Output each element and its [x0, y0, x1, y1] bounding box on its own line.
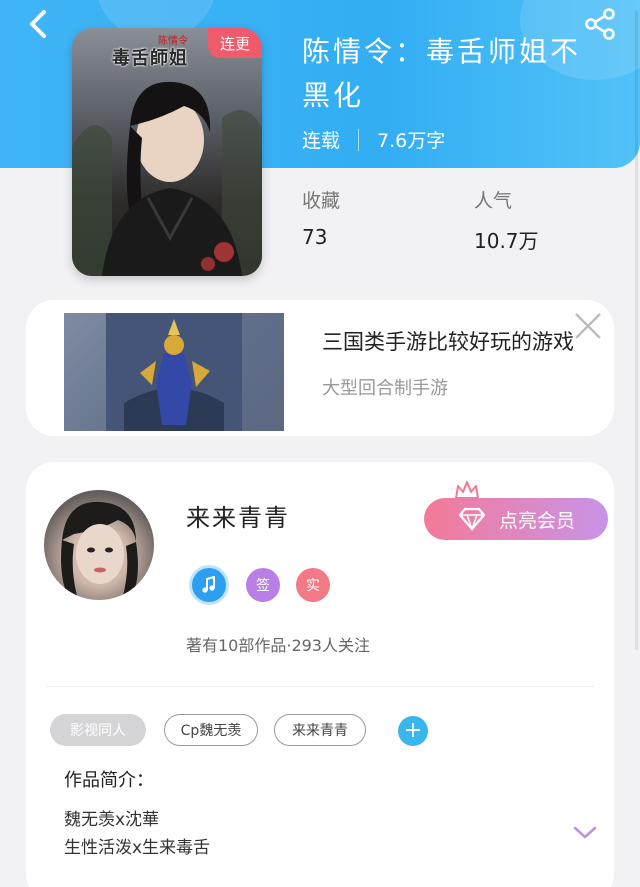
tag-fandom[interactable]: 影视同人: [50, 714, 146, 746]
ad-title: 三国类手游比较好玩的游戏: [322, 330, 574, 354]
book-cover[interactable]: 陈情令 毒舌師姐 连更: [72, 28, 262, 276]
avatar[interactable]: [44, 490, 154, 600]
stat-label: 收藏: [302, 190, 341, 212]
serial-status: 连载: [302, 130, 341, 152]
intro-line: 生性活泼x生来毒舌: [64, 838, 211, 858]
activate-vip-button[interactable]: 点亮会员: [424, 498, 608, 540]
vip-button-label: 点亮会员: [498, 510, 575, 532]
ad-card[interactable]: 三国类手游比较好玩的游戏 大型回合制手游: [26, 300, 614, 436]
expand-intro-button[interactable]: [572, 822, 598, 842]
divider: [46, 686, 594, 687]
cover-title: 毒舌師姐: [112, 48, 188, 69]
add-tag-button[interactable]: +: [398, 716, 428, 746]
stat-label: 人气: [474, 190, 513, 212]
close-icon: [575, 313, 601, 339]
intro-line: 魏无羡x沈華: [64, 810, 160, 830]
works-stats: 著有10部作品·293人关注: [186, 636, 370, 655]
author-card: 来来青青 点亮会员 签 实 著有10部作品·293人关注 影视同人 Cp魏无羡 …: [26, 462, 614, 887]
chevron-left-icon: [30, 10, 46, 38]
tag-author[interactable]: 来来青青: [274, 714, 366, 746]
popularity-stat: 人气 10.7万: [474, 186, 539, 254]
music-medal-icon[interactable]: [192, 568, 226, 602]
stat-value: 10.7万: [474, 229, 539, 253]
music-note-icon: [202, 576, 215, 593]
back-button[interactable]: [18, 4, 58, 44]
word-count: 7.6万字: [377, 130, 446, 152]
ad-image[interactable]: [64, 313, 284, 431]
verified-badge-icon[interactable]: 实: [296, 568, 330, 602]
scrollbar[interactable]: [635, 10, 638, 650]
intro-label: 作品简介：: [64, 770, 154, 791]
ad-subtitle: 大型回合制手游: [322, 378, 448, 399]
update-badge: 连更: [208, 28, 262, 58]
avatar-portrait: [61, 501, 138, 600]
stat-value: 73: [302, 225, 328, 249]
author-name[interactable]: 来来青青: [186, 498, 290, 533]
tag-cp[interactable]: Cp魏无羡: [164, 714, 258, 746]
favorites-stat: 收藏 73: [302, 186, 340, 249]
chevron-down-icon: [573, 826, 597, 839]
sign-badge-icon[interactable]: 签: [246, 568, 280, 602]
ad-close-button[interactable]: [572, 310, 604, 342]
diamond-icon: [458, 507, 486, 531]
book-status-row: 连载 7.6万字: [302, 126, 445, 153]
ad-illustration: [64, 313, 284, 431]
status-divider: [358, 128, 360, 151]
intro-text: 魏无羡x沈華 生性活泼x生来毒舌: [64, 806, 210, 862]
book-title: 陈情令：毒舌师姐不黑化: [302, 35, 582, 112]
crown-icon: [455, 481, 479, 499]
